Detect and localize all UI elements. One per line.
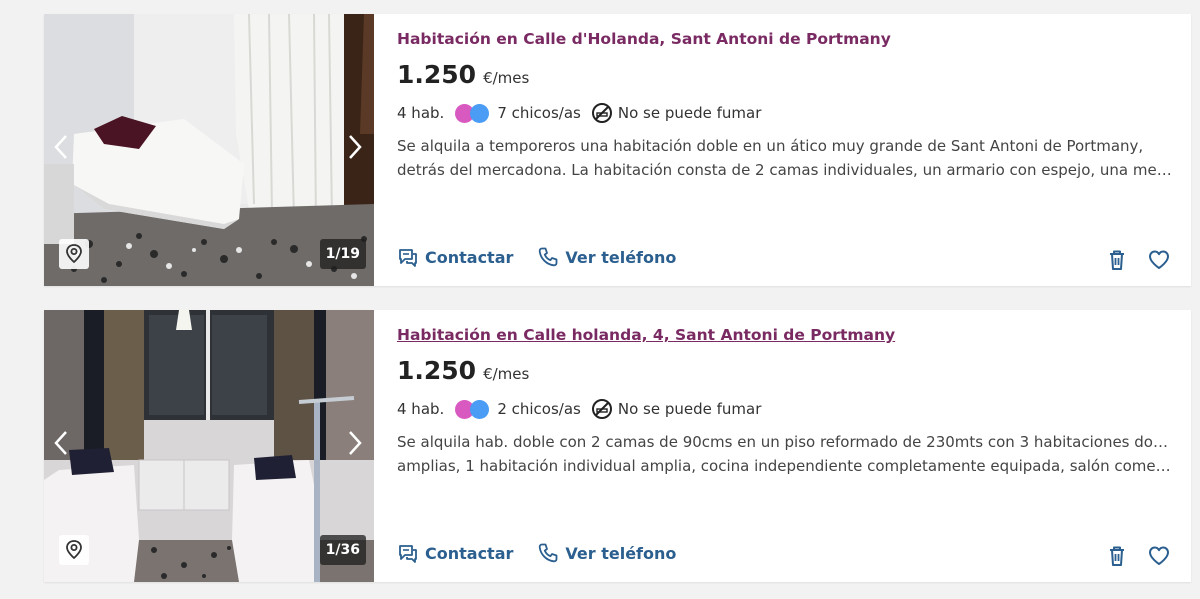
listing-photo[interactable]: 1/19	[44, 14, 374, 286]
photo-counter: 1/36	[319, 535, 366, 565]
listing-title-link[interactable]: Habitación en Calle d'Holanda, Sant Anto…	[397, 30, 891, 48]
photo-counter: 1/19	[319, 239, 366, 269]
occupants-count: 2 chicos/as	[497, 400, 581, 418]
listing-card[interactable]: 1/36 Habitación en Calle holanda, 4, San…	[44, 310, 1191, 582]
features-row: 4 hab. 2 chicos/as No se puede fumar	[397, 398, 761, 420]
photo-prev-button[interactable]	[50, 132, 72, 162]
contact-button[interactable]: Contactar	[397, 542, 513, 564]
gender-dots-icon	[455, 103, 493, 123]
smoking-policy: No se puede fumar	[617, 104, 762, 122]
price: 1.250	[397, 356, 477, 385]
trash-icon[interactable]	[1105, 248, 1129, 272]
listing-card[interactable]: 1/19 Habitación en Calle d'Holanda, Sant…	[44, 14, 1191, 286]
trash-icon[interactable]	[1105, 544, 1129, 568]
chevron-right-icon	[349, 135, 362, 159]
photo-next-button[interactable]	[344, 132, 366, 162]
listing-title-link[interactable]: Habitación en Calle holanda, 4, Sant Ant…	[397, 326, 895, 344]
map-pin-icon	[66, 244, 82, 264]
phone-label: Ver teléfono	[565, 543, 677, 563]
map-pin-icon	[66, 540, 82, 560]
chat-icon	[399, 545, 417, 563]
show-phone-button[interactable]: Ver teléfono	[537, 246, 676, 268]
no-smoking-icon	[591, 399, 612, 419]
description-line: Se alquila hab. doble con 2 camas de 90c…	[397, 433, 1177, 451]
show-phone-button[interactable]: Ver teléfono	[537, 542, 676, 564]
price-unit: €/mes	[483, 69, 530, 87]
phone-label: Ver teléfono	[565, 247, 677, 267]
listing-description[interactable]: Se alquila hab. doble con 2 camas de 90c…	[397, 430, 1177, 478]
map-button[interactable]	[59, 535, 89, 565]
photo-next-button[interactable]	[344, 428, 366, 458]
occupants-count: 7 chicos/as	[497, 104, 581, 122]
photo-prev-button[interactable]	[50, 428, 72, 458]
description-line: Se alquila a temporeros una habitación d…	[397, 137, 1144, 155]
listing-info: Habitación en Calle d'Holanda, Sant Anto…	[397, 14, 1177, 286]
chevron-right-icon	[349, 431, 362, 455]
phone-icon	[539, 543, 558, 563]
no-smoking-icon	[591, 103, 612, 123]
description-line: detrás del mercadona. La habitación cons…	[397, 161, 1177, 179]
listing-info: Habitación en Calle holanda, 4, Sant Ant…	[397, 310, 1177, 582]
map-button[interactable]	[59, 239, 89, 269]
chevron-left-icon	[54, 431, 67, 455]
contact-button[interactable]: Contactar	[397, 246, 513, 268]
listing-photo[interactable]: 1/36	[44, 310, 374, 582]
chat-icon	[399, 249, 417, 267]
heart-icon[interactable]	[1147, 248, 1171, 272]
features-row: 4 hab. 7 chicos/as No se puede fumar	[397, 102, 761, 124]
rooms-count: 4 hab.	[397, 400, 445, 418]
price-row: 1.250 €/mes	[397, 356, 529, 385]
price: 1.250	[397, 60, 477, 89]
heart-icon[interactable]	[1147, 544, 1171, 568]
phone-icon	[539, 247, 558, 267]
listing-right-actions	[1105, 248, 1171, 272]
rooms-count: 4 hab.	[397, 104, 445, 122]
description-line: amplias, 1 habitación individual amplia,…	[397, 457, 1177, 475]
smoking-policy: No se puede fumar	[617, 400, 762, 418]
gender-dots-icon	[455, 399, 493, 419]
contact-label: Contactar	[425, 543, 514, 563]
listing-actions: Contactar Ver teléfono	[397, 542, 676, 564]
chevron-left-icon	[54, 135, 67, 159]
price-unit: €/mes	[483, 365, 530, 383]
price-row: 1.250 €/mes	[397, 60, 529, 89]
contact-label: Contactar	[425, 247, 514, 267]
listing-description[interactable]: Se alquila a temporeros una habitación d…	[397, 134, 1177, 182]
listing-actions: Contactar Ver teléfono	[397, 246, 676, 268]
listing-right-actions	[1105, 544, 1171, 568]
